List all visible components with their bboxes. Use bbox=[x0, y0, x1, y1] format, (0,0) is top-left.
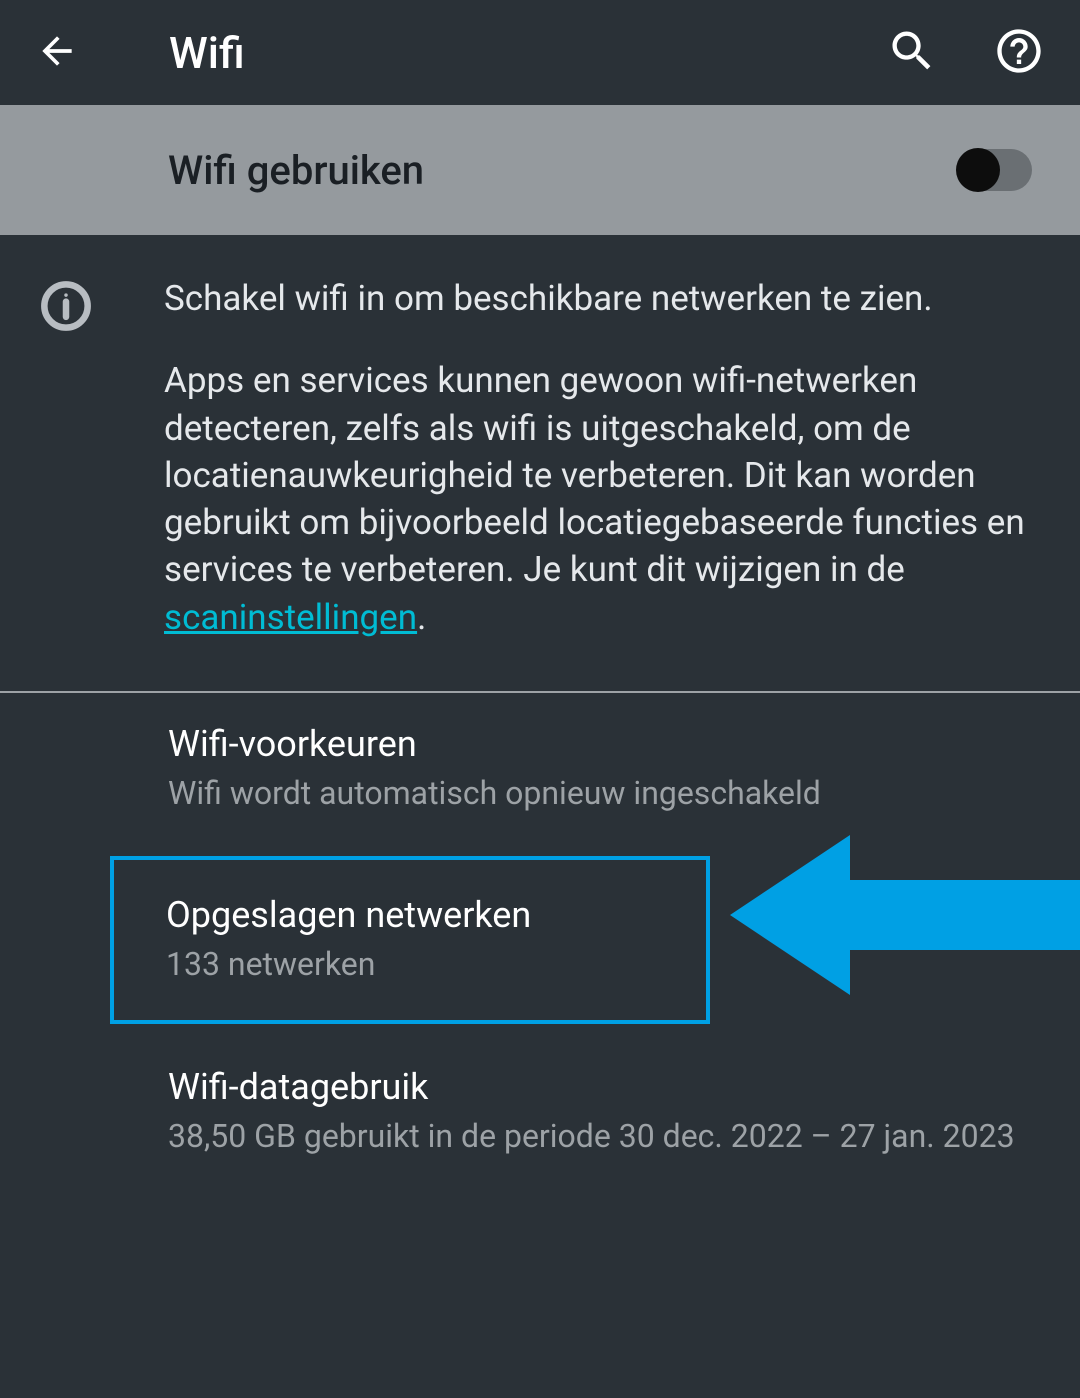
search-icon[interactable] bbox=[886, 25, 938, 81]
settings-item-subtitle: 133 netwerken bbox=[166, 944, 658, 986]
settings-item-subtitle: 38,50 GB gebruikt in de periode 30 dec. … bbox=[168, 1116, 1032, 1158]
info-line-2: Apps en services kunnen gewoon wifi-netw… bbox=[164, 357, 1032, 641]
info-text: Schakel wifi in om beschikbare netwerken… bbox=[164, 275, 1032, 641]
back-icon[interactable] bbox=[35, 29, 79, 77]
settings-item-subtitle: Wifi wordt automatisch opnieuw ingeschak… bbox=[168, 773, 1032, 815]
help-icon[interactable] bbox=[993, 25, 1045, 81]
saved-networks-item[interactable]: Opgeslagen netwerken 133 netwerken bbox=[110, 856, 710, 1024]
wifi-toggle-label: Wifi gebruiken bbox=[168, 147, 424, 194]
app-header: Wifi bbox=[0, 0, 1080, 105]
settings-item-title: Wifi-voorkeuren bbox=[168, 723, 1032, 765]
toggle-knob bbox=[956, 148, 1000, 192]
info-line-1: Schakel wifi in om beschikbare netwerken… bbox=[164, 275, 1032, 322]
info-icon bbox=[40, 280, 92, 332]
settings-item-title: Opgeslagen netwerken bbox=[166, 894, 658, 936]
wifi-toggle-switch[interactable] bbox=[958, 149, 1032, 191]
data-usage-item[interactable]: Wifi-datagebruik 38,50 GB gebruikt in de… bbox=[0, 1036, 1080, 1188]
settings-item-title: Wifi-datagebruik bbox=[168, 1066, 1032, 1108]
annotation-arrow bbox=[730, 825, 1080, 1005]
wifi-preferences-item[interactable]: Wifi-voorkeuren Wifi wordt automatisch o… bbox=[0, 693, 1080, 845]
scan-settings-link[interactable]: scaninstellingen bbox=[164, 597, 417, 638]
header-actions bbox=[886, 25, 1045, 81]
page-title: Wifi bbox=[169, 27, 846, 79]
info-panel: Schakel wifi in om beschikbare netwerken… bbox=[0, 235, 1080, 693]
wifi-toggle-row[interactable]: Wifi gebruiken bbox=[0, 105, 1080, 235]
